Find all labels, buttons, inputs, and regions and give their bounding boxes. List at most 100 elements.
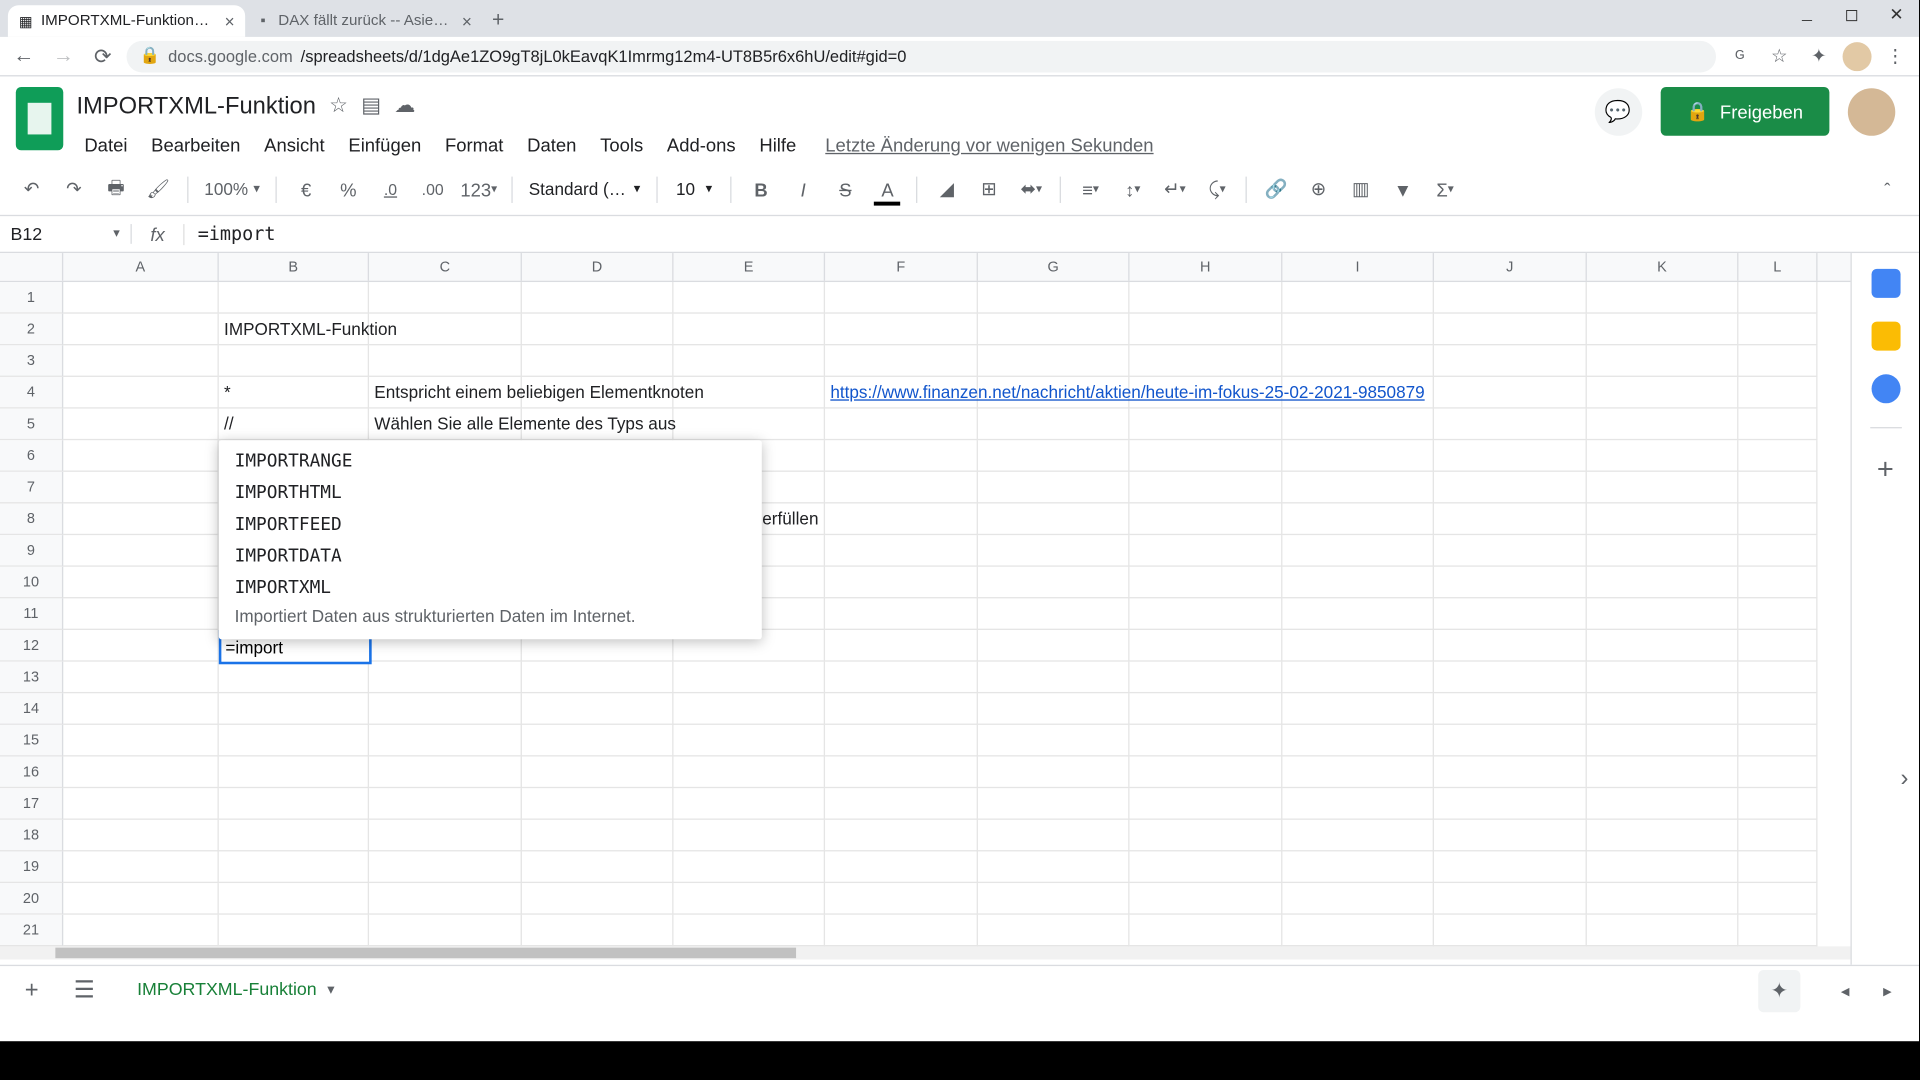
sheet-tab-active[interactable]: IMPORTXML-Funktion ▾ [119,971,353,1011]
cell[interactable] [673,851,825,883]
cell[interactable] [825,820,978,852]
cell[interactable] [1738,345,1817,377]
cell[interactable] [1587,725,1739,757]
nav-reload[interactable]: ⟳ [87,40,119,72]
cell[interactable] [1130,598,1283,630]
autocomplete-item[interactable]: IMPORTXML [219,572,762,604]
cell[interactable] [1282,314,1434,346]
cell[interactable] [1587,567,1739,599]
cell[interactable] [978,757,1130,789]
cell[interactable] [63,725,219,757]
cell[interactable] [1282,567,1434,599]
cell[interactable] [1587,851,1739,883]
cell[interactable] [1130,883,1283,915]
cell[interactable]: // [219,409,369,441]
name-box[interactable]: B12▾ [0,224,132,244]
cell[interactable] [1434,314,1587,346]
horizontal-align-button[interactable]: ≡▾ [1072,171,1109,208]
cell[interactable] [219,851,369,883]
borders-button[interactable]: ⊞ [971,171,1008,208]
italic-button[interactable]: I [785,171,822,208]
cell[interactable] [978,883,1130,915]
cell[interactable] [1738,282,1817,314]
cell[interactable] [978,345,1130,377]
cell[interactable] [1434,345,1587,377]
grid-body[interactable]: 12IMPORTXML-Funktion34*Entspricht einem … [0,282,1850,946]
vertical-align-button[interactable]: ↕▾ [1114,171,1151,208]
strikethrough-button[interactable]: S [827,171,864,208]
cell[interactable] [825,630,978,662]
autocomplete-item[interactable]: IMPORTDATA [219,540,762,572]
cell[interactable] [978,567,1130,599]
text-color-button[interactable]: A [869,171,906,208]
cell[interactable] [825,472,978,504]
cell[interactable] [825,535,978,567]
cell[interactable] [369,314,522,346]
cell[interactable] [825,915,978,947]
cell[interactable] [673,757,825,789]
row-header[interactable]: 12 [0,630,63,662]
menu-format[interactable]: Format [437,130,511,159]
cell[interactable] [522,662,674,694]
cell[interactable] [369,851,522,883]
cell[interactable] [1130,820,1283,852]
horizontal-scrollbar[interactable] [0,946,1850,959]
cell[interactable] [1130,725,1283,757]
cell[interactable] [63,409,219,441]
cell[interactable] [825,725,978,757]
address-bar[interactable]: 🔒 docs.google.com/spreadsheets/d/1dgAe1Z… [127,40,1717,72]
star-icon[interactable]: ☆ [329,92,348,118]
cell[interactable] [1587,409,1739,441]
cell[interactable] [825,282,978,314]
cell[interactable] [673,409,825,441]
cell[interactable] [522,883,674,915]
cell[interactable] [1587,598,1739,630]
cell[interactable] [978,282,1130,314]
cell[interactable] [369,345,522,377]
row-header[interactable]: 11 [0,598,63,630]
cell[interactable] [673,282,825,314]
cell[interactable] [63,820,219,852]
cell[interactable] [1738,757,1817,789]
cell[interactable] [219,820,369,852]
cell[interactable] [1130,472,1283,504]
cell[interactable] [63,440,219,472]
row-header[interactable]: 9 [0,535,63,567]
cell[interactable] [522,820,674,852]
cell[interactable]: Wählen Sie alle Elemente des Typs aus [369,409,522,441]
cell[interactable] [1738,472,1817,504]
cell[interactable] [978,725,1130,757]
merge-cells-button[interactable]: ⬌▾ [1013,171,1050,208]
cell[interactable] [1587,535,1739,567]
cell[interactable] [1434,377,1587,409]
cell[interactable] [63,598,219,630]
cell[interactable] [369,662,522,694]
functions-button[interactable]: Σ▾ [1427,171,1464,208]
cell[interactable] [522,693,674,725]
cell[interactable] [1587,377,1739,409]
font-size-select[interactable]: 10 ▾ [668,171,720,208]
cell[interactable] [522,915,674,947]
undo-button[interactable]: ↶ [13,171,50,208]
browser-menu-icon[interactable]: ⋮ [1879,40,1911,72]
cell[interactable] [63,883,219,915]
account-avatar[interactable] [1848,88,1895,135]
cell[interactable] [1130,535,1283,567]
cell[interactable] [1738,409,1817,441]
cell[interactable] [1130,757,1283,789]
bold-button[interactable]: B [743,171,780,208]
cell[interactable] [369,788,522,820]
cell[interactable] [1282,851,1434,883]
collapse-toolbar-button[interactable]: ˆ [1869,171,1906,208]
menu-bearbeiten[interactable]: Bearbeiten [143,130,248,159]
add-addon-button[interactable]: + [1877,452,1894,486]
cell[interactable] [1587,503,1739,535]
cell[interactable] [63,472,219,504]
keep-addon-icon[interactable] [1871,322,1900,351]
row-header[interactable]: 8 [0,503,63,535]
cell[interactable] [522,314,674,346]
cell[interactable] [978,630,1130,662]
cell[interactable] [369,757,522,789]
cloud-status-icon[interactable]: ☁ [394,92,415,118]
currency-button[interactable]: € [288,171,325,208]
